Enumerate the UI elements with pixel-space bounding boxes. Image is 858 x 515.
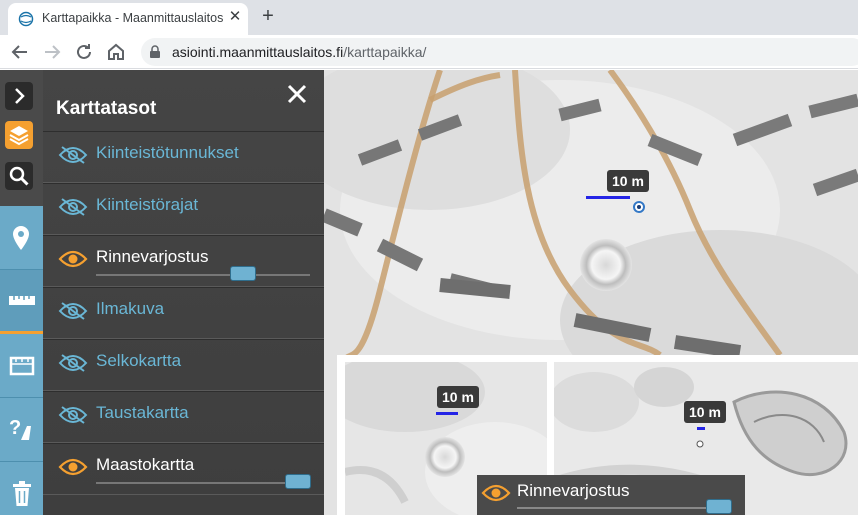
panel-title: Karttatasot — [56, 98, 157, 119]
eye-hidden-icon[interactable] — [58, 145, 88, 165]
lock-icon — [150, 45, 160, 58]
new-tab-button[interactable]: + — [257, 6, 279, 28]
eye-hidden-icon[interactable] — [58, 353, 88, 373]
map-layers-panel: Karttatasot Kiinteistötunnukset Kiinteis… — [43, 70, 324, 515]
layer-label: Selkokartta — [96, 351, 182, 370]
reload-icon[interactable] — [72, 40, 96, 64]
eye-hidden-icon[interactable] — [58, 197, 88, 217]
layer-row-maastokartta[interactable]: Maastokartta — [43, 443, 324, 495]
inset-right-scale-bar — [697, 427, 705, 430]
trash-icon — [13, 481, 31, 506]
help-tool[interactable]: ? — [0, 398, 43, 462]
browser-tab[interactable]: Karttapaikka - Maanmittauslaitos ✕ — [8, 3, 248, 35]
url-host: asiointi.maanmittauslaitos.fi — [172, 44, 344, 60]
measure-area-tool[interactable] — [0, 334, 43, 398]
layer-label: Kiinteistötunnukset — [96, 143, 239, 162]
inset-right-scale-label: 10 m — [684, 401, 726, 423]
layer-row-rinnevarjostus[interactable]: Rinnevarjostus — [43, 235, 324, 287]
layer-label: Taustakartta — [96, 403, 189, 422]
inset-layer-row: Rinnevarjostus — [477, 475, 745, 515]
site-favicon-icon — [18, 11, 34, 27]
eye-visible-icon[interactable] — [58, 457, 88, 477]
layer-row-ilmakuva[interactable]: Ilmakuva — [43, 287, 324, 339]
location-pin-icon — [13, 226, 29, 250]
svg-text:?: ? — [9, 417, 21, 439]
layers-button[interactable] — [5, 121, 33, 149]
search-icon — [9, 166, 29, 186]
opacity-slider-thumb[interactable] — [230, 266, 256, 281]
layer-label: Maastokartta — [96, 455, 195, 474]
browser-tab-bar: Karttapaikka - Maanmittauslaitos ✕ + — [0, 0, 858, 35]
layer-label: Ilmakuva — [96, 299, 165, 318]
layer-label: Kiinteistörajat — [96, 195, 199, 214]
inset-opacity-thumb[interactable] — [706, 499, 732, 514]
inset-opacity-track[interactable] — [517, 507, 731, 509]
chevron-right-icon — [15, 88, 25, 104]
opacity-slider-thumb[interactable] — [285, 474, 311, 489]
layer-row-kiinteistorajat[interactable]: Kiinteistörajat — [43, 183, 324, 235]
opacity-slider-track[interactable] — [96, 274, 310, 276]
tab-title: Karttapaikka - Maanmittauslaitos — [42, 11, 224, 25]
measure-distance-tool[interactable] — [0, 270, 43, 334]
eye-hidden-icon[interactable] — [58, 405, 88, 425]
layer-row-taustakartta[interactable]: Taustakartta — [43, 391, 324, 443]
inset-left-scale-label: 10 m — [437, 386, 479, 408]
location-tool[interactable] — [0, 206, 43, 270]
help-icon: ? — [9, 417, 31, 440]
url-text: asiointi.maanmittauslaitos.fi/karttapaik… — [172, 44, 426, 60]
ruler-icon — [9, 296, 35, 305]
layer-label: Rinnevarjostus — [96, 247, 209, 266]
map-scale-bar — [586, 196, 630, 199]
browser-toolbar: asiointi.maanmittauslaitos.fi/karttapaik… — [0, 35, 858, 69]
opacity-slider-track[interactable] — [96, 482, 310, 484]
search-button[interactable] — [5, 162, 33, 190]
url-path: /karttapaikka/ — [343, 44, 427, 60]
home-icon[interactable] — [104, 40, 128, 64]
forward-icon[interactable] — [40, 40, 64, 64]
clear-tool[interactable] — [0, 462, 43, 515]
tool-rail: ? — [0, 70, 43, 515]
address-bar[interactable]: asiointi.maanmittauslaitos.fi/karttapaik… — [141, 38, 858, 66]
eye-visible-icon[interactable] — [58, 249, 88, 269]
inset-left-scale-bar — [436, 412, 458, 415]
map-scale-label: 10 m — [607, 170, 649, 192]
area-measure-icon — [9, 356, 35, 376]
expand-button[interactable] — [5, 82, 33, 110]
inset-layer-label: Rinnevarjostus — [517, 481, 630, 500]
tab-close-icon[interactable]: ✕ — [226, 8, 244, 26]
layers-icon — [9, 126, 29, 146]
eye-hidden-icon[interactable] — [58, 301, 88, 321]
back-icon[interactable] — [8, 40, 32, 64]
layer-row-kiinteistotunnukset[interactable]: Kiinteistötunnukset — [43, 131, 324, 183]
eye-icon[interactable] — [481, 483, 511, 503]
map-application: 10 m 10 m 10 m Rinnevarjostus ? Karttata… — [0, 70, 858, 515]
layer-row-selkokartta[interactable]: Selkokartta — [43, 339, 324, 391]
close-icon[interactable] — [286, 83, 308, 105]
